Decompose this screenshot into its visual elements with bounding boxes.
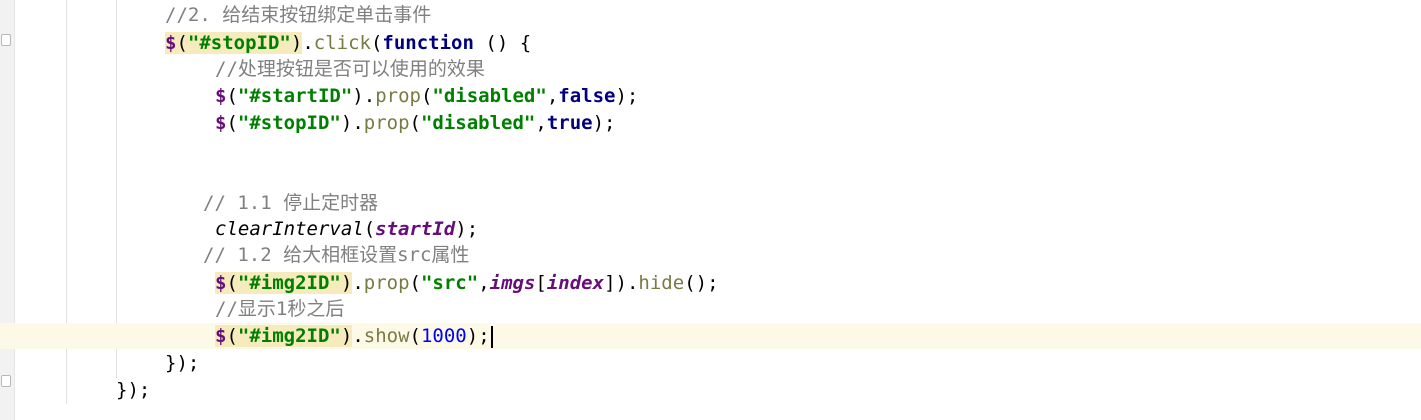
comma: , bbox=[478, 272, 490, 294]
paren: ) bbox=[340, 272, 353, 294]
selector-string: "#stopID" bbox=[187, 32, 291, 54]
code-line-3: //处理按钮是否可以使用的效果 bbox=[215, 56, 1421, 82]
method-name: prop bbox=[363, 112, 410, 134]
paren: ( bbox=[409, 112, 421, 134]
paren: ) bbox=[352, 85, 364, 107]
code-punctuation: }); bbox=[165, 352, 200, 374]
code-line-15: }); bbox=[116, 377, 1421, 403]
selector-string: "#startID" bbox=[237, 85, 353, 107]
paren: ) bbox=[340, 325, 353, 347]
paren: ( bbox=[409, 325, 421, 347]
jquery-dollar: $ bbox=[215, 272, 227, 294]
indent-guide bbox=[116, 0, 117, 378]
method-name: hide bbox=[638, 272, 685, 294]
code-line-9: clearInterval(startId); bbox=[215, 216, 1421, 242]
paren: ( bbox=[226, 325, 238, 347]
code-punctuation: ); bbox=[615, 85, 639, 107]
code-comment: //显示1秒之后 bbox=[215, 298, 345, 320]
paren: ( bbox=[226, 272, 238, 294]
code-line-12: //显示1秒之后 bbox=[215, 296, 1421, 322]
paren: ( bbox=[370, 32, 383, 54]
paren: ( bbox=[226, 85, 238, 107]
code-comment: //2. 给结束按钮绑定单击事件 bbox=[165, 4, 432, 26]
paren: ( bbox=[420, 85, 433, 107]
code-comment: // 1.2 给大相框设置src属性 bbox=[203, 244, 470, 266]
variable: imgs bbox=[489, 272, 536, 294]
fold-marker-icon[interactable] bbox=[1, 375, 11, 387]
dot: . bbox=[352, 112, 364, 134]
variable: startId bbox=[375, 218, 456, 240]
code-line-14: }); bbox=[165, 350, 1421, 376]
code-line-2: $("#stopID").click(function () { bbox=[165, 30, 1421, 56]
method-name: prop bbox=[375, 85, 421, 107]
code-line-10: // 1.2 给大相框设置src属性 bbox=[203, 242, 1421, 268]
code-punctuation: (); bbox=[684, 272, 719, 294]
jquery-dollar: $ bbox=[215, 85, 227, 107]
code-punctuation: () { bbox=[473, 32, 532, 54]
code-line-5: $("#stopID").prop("disabled",true); bbox=[215, 110, 1421, 136]
keyword: function bbox=[382, 32, 474, 54]
code-punctuation: ); bbox=[592, 112, 616, 134]
number-literal: 1000 bbox=[420, 325, 467, 347]
variable: index bbox=[546, 272, 605, 294]
comma: , bbox=[535, 112, 547, 134]
bracket: [ bbox=[535, 272, 547, 294]
string-literal: "disabled" bbox=[420, 112, 536, 134]
boolean-literal: true bbox=[546, 112, 593, 134]
dot: . bbox=[363, 85, 376, 107]
paren: ( bbox=[226, 112, 238, 134]
selector-string: "#img2ID" bbox=[237, 272, 341, 294]
dot: . bbox=[302, 32, 314, 54]
code-punctuation: }); bbox=[116, 379, 151, 401]
code-line-8: // 1.1 停止定时器 bbox=[203, 190, 1421, 216]
paren: ( bbox=[363, 218, 376, 240]
dot: . bbox=[352, 272, 364, 294]
fold-marker-icon[interactable] bbox=[1, 34, 11, 46]
matched-paren-expression: $("#img2ID") bbox=[215, 272, 353, 294]
code-line-1: //2. 给结束按钮绑定单击事件 bbox=[165, 2, 1421, 28]
method-name: show bbox=[363, 325, 410, 347]
jquery-dollar: $ bbox=[215, 112, 227, 134]
paren: ) bbox=[290, 32, 303, 54]
jquery-dollar: $ bbox=[165, 32, 177, 54]
method-name: click bbox=[313, 32, 371, 54]
code-punctuation: ); bbox=[455, 218, 479, 240]
method-name: prop bbox=[363, 272, 410, 294]
dot: . bbox=[352, 325, 364, 347]
paren: ) bbox=[615, 272, 627, 294]
code-punctuation: ); bbox=[466, 325, 490, 347]
code-line-4: $("#startID").prop("disabled",false); bbox=[215, 83, 1421, 109]
selector-string: "#stopID" bbox=[237, 112, 341, 134]
string-literal: "disabled" bbox=[432, 85, 547, 107]
paren: ) bbox=[340, 112, 353, 134]
text-caret bbox=[490, 325, 493, 348]
boolean-literal: false bbox=[558, 85, 616, 107]
bracket: ] bbox=[604, 272, 616, 294]
comma: , bbox=[546, 85, 559, 107]
paren: ( bbox=[409, 272, 421, 294]
jquery-dollar: $ bbox=[215, 325, 227, 347]
editor-gutter bbox=[0, 0, 15, 420]
code-comment: // 1.1 停止定时器 bbox=[203, 192, 379, 214]
code-line-13-current[interactable]: $("#img2ID").show(1000); bbox=[0, 323, 1421, 349]
matched-paren-expression: $("#stopID") bbox=[165, 32, 303, 54]
matched-paren-expression: $("#img2ID") bbox=[215, 325, 353, 347]
code-line-11: $("#img2ID").prop("src",imgs[index]).hid… bbox=[215, 270, 1421, 296]
function-call: clearInterval bbox=[215, 218, 364, 240]
string-literal: "src" bbox=[420, 272, 479, 294]
selector-string: "#img2ID" bbox=[237, 325, 341, 347]
code-comment: //处理按钮是否可以使用的效果 bbox=[215, 58, 485, 80]
dot: . bbox=[626, 272, 639, 294]
paren: ( bbox=[176, 32, 188, 54]
code-editor[interactable]: //2. 给结束按钮绑定单击事件 $("#stopID").click(func… bbox=[0, 0, 1421, 420]
